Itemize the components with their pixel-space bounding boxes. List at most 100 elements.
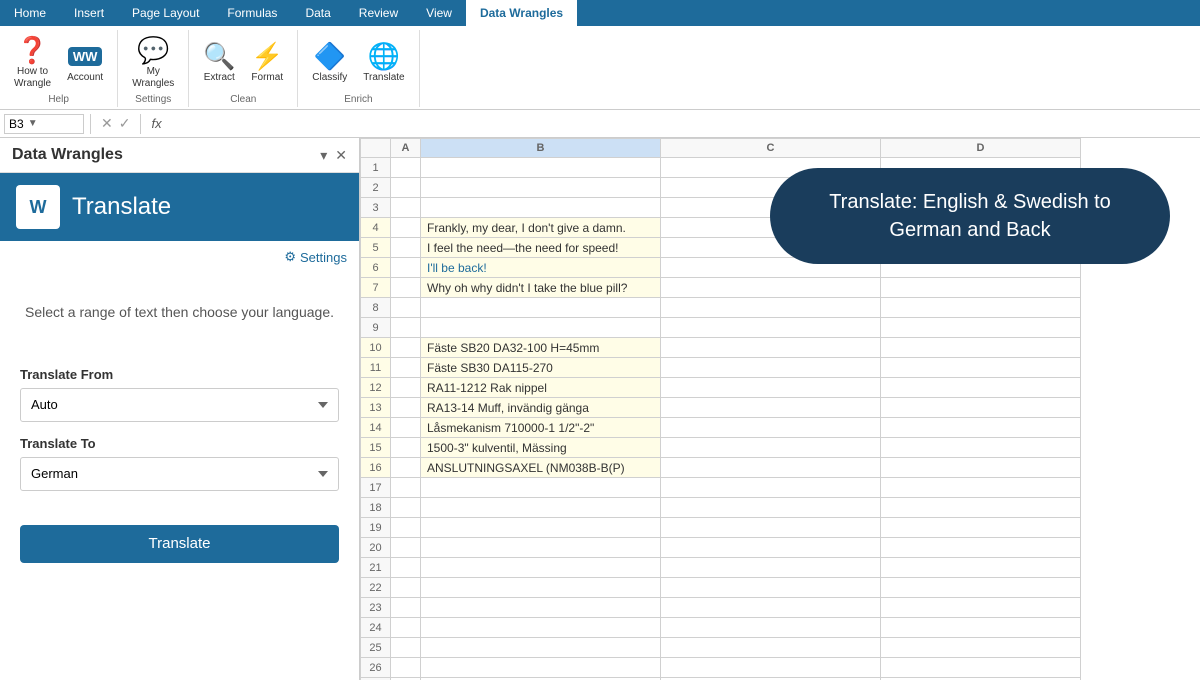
cell-c23[interactable] (661, 598, 881, 618)
translate-to-select[interactable]: German English Swedish French Spanish (20, 457, 339, 491)
cell-c24[interactable] (661, 618, 881, 638)
cell-a21[interactable] (391, 558, 421, 578)
tab-home[interactable]: Home (0, 0, 60, 26)
cell-d9[interactable] (881, 318, 1081, 338)
cell-d14[interactable] (881, 418, 1081, 438)
cell-c8[interactable] (661, 298, 881, 318)
cell-d18[interactable] (881, 498, 1081, 518)
cell-b3[interactable] (421, 198, 661, 218)
cell-b10[interactable]: Fäste SB20 DA32-100 H=45mm (421, 338, 661, 358)
cell-c9[interactable] (661, 318, 881, 338)
cell-a15[interactable] (391, 438, 421, 458)
cell-c11[interactable] (661, 358, 881, 378)
cell-b16[interactable]: ANSLUTNINGSAXEL (NM038B-B(P) (421, 458, 661, 478)
cell-a16[interactable] (391, 458, 421, 478)
cell-b15[interactable]: 1500-3" kulventil, Mässing (421, 438, 661, 458)
cell-d11[interactable] (881, 358, 1081, 378)
cell-b19[interactable] (421, 518, 661, 538)
cell-c15[interactable] (661, 438, 881, 458)
format-button[interactable]: ⚡ Format (245, 36, 289, 88)
cell-a24[interactable] (391, 618, 421, 638)
cell-b7[interactable]: Why oh why didn't I take the blue pill? (421, 278, 661, 298)
tab-datawrangles[interactable]: Data Wrangles (466, 0, 577, 26)
cell-d17[interactable] (881, 478, 1081, 498)
cell-c7[interactable] (661, 278, 881, 298)
cell-d19[interactable] (881, 518, 1081, 538)
tab-data[interactable]: Data (291, 0, 344, 26)
cell-d24[interactable] (881, 618, 1081, 638)
cell-a23[interactable] (391, 598, 421, 618)
cell-a7[interactable] (391, 278, 421, 298)
cell-a17[interactable] (391, 478, 421, 498)
cell-reference-box[interactable]: B3 ▼ (4, 114, 84, 134)
cell-a20[interactable] (391, 538, 421, 558)
cell-b12[interactable]: RA11-1212 Rak nippel (421, 378, 661, 398)
col-header-a[interactable]: A (391, 139, 421, 158)
cell-a3[interactable] (391, 198, 421, 218)
cell-c18[interactable] (661, 498, 881, 518)
cell-b8[interactable] (421, 298, 661, 318)
cell-b18[interactable] (421, 498, 661, 518)
cell-a4[interactable] (391, 218, 421, 238)
cell-b22[interactable] (421, 578, 661, 598)
cell-b5[interactable]: I feel the need—the need for speed! (421, 238, 661, 258)
sidebar-settings-link[interactable]: ⚙ Settings (284, 249, 347, 265)
cell-a5[interactable] (391, 238, 421, 258)
formula-cancel-icon[interactable]: ✕ (101, 115, 113, 132)
cell-d16[interactable] (881, 458, 1081, 478)
cell-b26[interactable] (421, 658, 661, 678)
cell-b11[interactable]: Fäste SB30 DA115-270 (421, 358, 661, 378)
cell-b14[interactable]: Låsmekanism 710000-1 1/2"-2" (421, 418, 661, 438)
account-button[interactable]: WW Account (61, 36, 109, 88)
cell-d13[interactable] (881, 398, 1081, 418)
cell-c19[interactable] (661, 518, 881, 538)
cell-c16[interactable] (661, 458, 881, 478)
cell-d8[interactable] (881, 298, 1081, 318)
cell-d15[interactable] (881, 438, 1081, 458)
formula-confirm-icon[interactable]: ✓ (119, 115, 131, 132)
formula-input[interactable] (170, 117, 1196, 131)
tab-pagelayout[interactable]: Page Layout (118, 0, 213, 26)
cell-a10[interactable] (391, 338, 421, 358)
cell-d25[interactable] (881, 638, 1081, 658)
cell-a25[interactable] (391, 638, 421, 658)
how-to-wrangle-button[interactable]: ❓ How toWrangle (8, 30, 57, 94)
my-wrangles-button[interactable]: 💬 MyWrangles (126, 30, 180, 94)
tab-insert[interactable]: Insert (60, 0, 118, 26)
translate-ribbon-button[interactable]: 🌐 Translate (357, 36, 410, 88)
cell-b17[interactable] (421, 478, 661, 498)
sidebar-close-button[interactable]: ✕ (335, 147, 347, 164)
cell-c22[interactable] (661, 578, 881, 598)
cell-a22[interactable] (391, 578, 421, 598)
cell-a14[interactable] (391, 418, 421, 438)
cell-c14[interactable] (661, 418, 881, 438)
cell-a12[interactable] (391, 378, 421, 398)
cell-d20[interactable] (881, 538, 1081, 558)
cell-a26[interactable] (391, 658, 421, 678)
cell-c13[interactable] (661, 398, 881, 418)
cell-a19[interactable] (391, 518, 421, 538)
cell-a8[interactable] (391, 298, 421, 318)
col-header-d[interactable]: D (881, 139, 1081, 158)
extract-button[interactable]: 🔍 Extract (197, 36, 241, 88)
cell-a1[interactable] (391, 158, 421, 178)
tab-review[interactable]: Review (345, 0, 412, 26)
tab-view[interactable]: View (412, 0, 466, 26)
cell-b23[interactable] (421, 598, 661, 618)
cell-c12[interactable] (661, 378, 881, 398)
cell-d12[interactable] (881, 378, 1081, 398)
col-header-c[interactable]: C (661, 139, 881, 158)
cell-b24[interactable] (421, 618, 661, 638)
cell-b20[interactable] (421, 538, 661, 558)
cell-a18[interactable] (391, 498, 421, 518)
cell-c10[interactable] (661, 338, 881, 358)
cell-d10[interactable] (881, 338, 1081, 358)
cell-c26[interactable] (661, 658, 881, 678)
cell-c21[interactable] (661, 558, 881, 578)
cell-d26[interactable] (881, 658, 1081, 678)
cell-ref-dropdown-icon[interactable]: ▼ (28, 118, 38, 129)
cell-d7[interactable] (881, 278, 1081, 298)
cell-b1[interactable] (421, 158, 661, 178)
translate-from-select[interactable]: Auto English Swedish French Spanish Germ… (20, 388, 339, 422)
cell-a9[interactable] (391, 318, 421, 338)
